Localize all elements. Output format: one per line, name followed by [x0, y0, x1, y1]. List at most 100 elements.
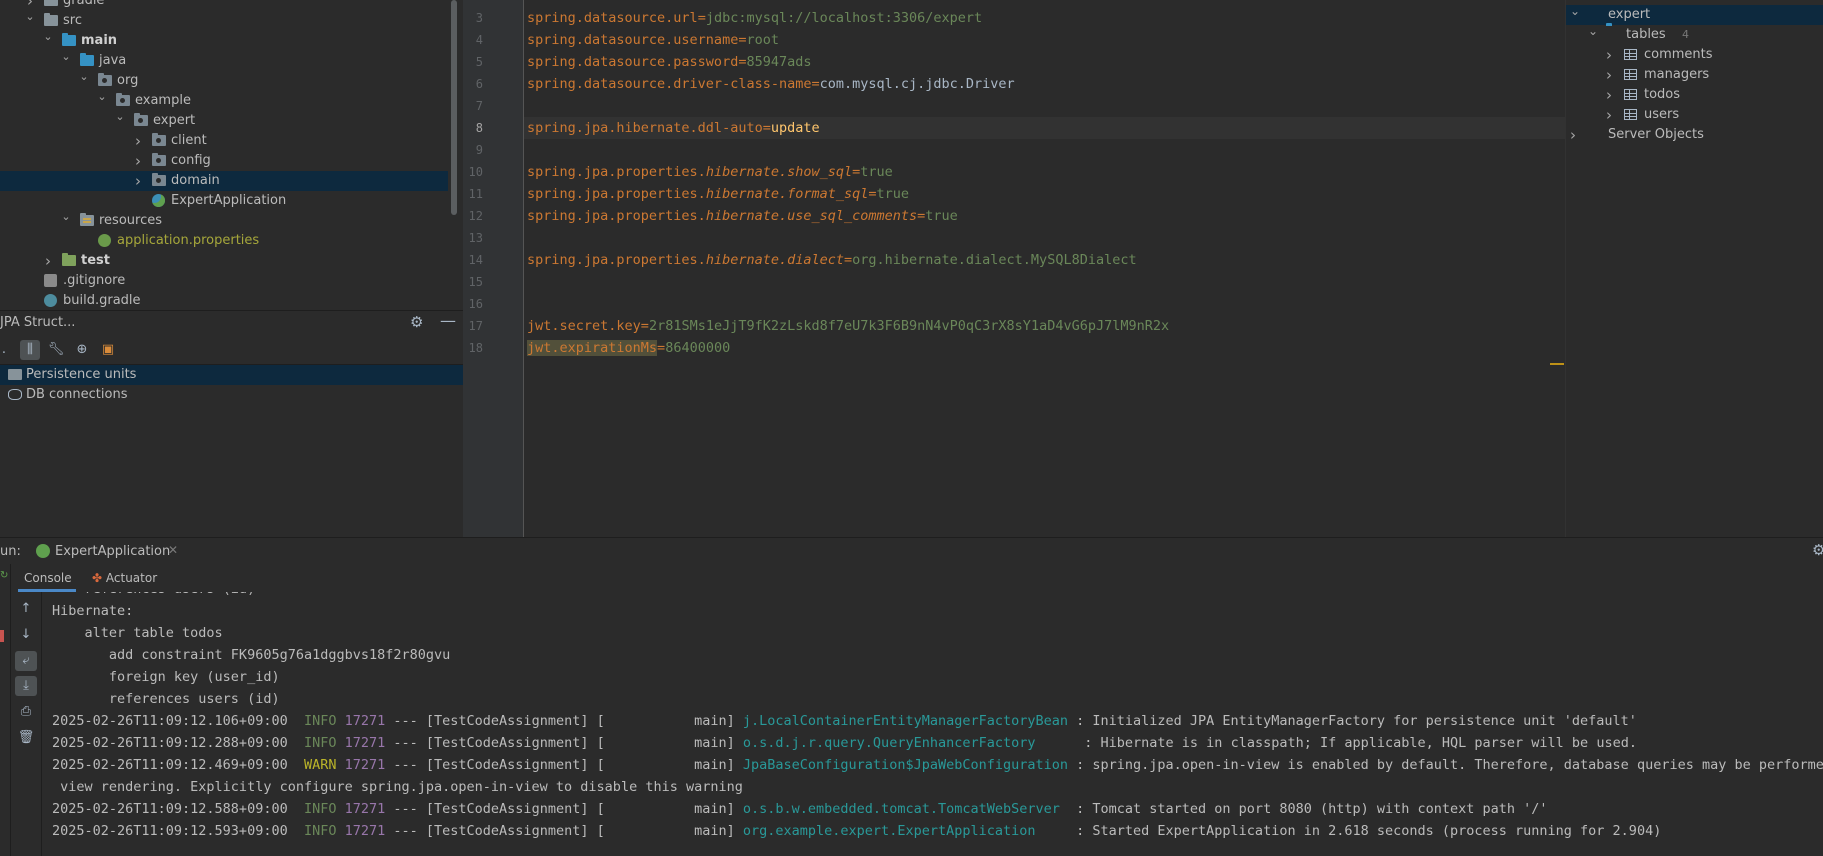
property-key: spring.datasource.username — [527, 32, 739, 48]
tree-item[interactable]: .gitignore — [0, 271, 448, 291]
log-message: : Tomcat started on port 8080 (http) wit… — [1068, 801, 1548, 817]
code-line[interactable]: spring.datasource.url=jdbc:mysql://local… — [527, 7, 982, 29]
tree-item[interactable]: › gradle — [0, 0, 448, 11]
log-logger-link[interactable]: JpaBaseConfiguration$JpaWebConfiguration — [743, 757, 1068, 773]
log-spacer — [288, 823, 304, 839]
chevron-right-icon[interactable]: › — [132, 171, 144, 191]
close-tab-icon[interactable]: ✕ — [168, 543, 178, 557]
db-tree-item-label: tables — [1626, 27, 1666, 42]
line-number: 7 — [475, 99, 483, 113]
console-line: Hibernate: — [52, 600, 141, 622]
log-logger-link[interactable]: org.example.expert.ExpertApplication — [743, 823, 1068, 839]
minimize-icon[interactable]: — — [440, 311, 456, 330]
chevron-right-icon[interactable]: › — [132, 131, 144, 151]
chevron-right-icon[interactable]: › — [132, 151, 144, 171]
tree-item[interactable]: ⌄ org — [0, 70, 448, 91]
stop-icon[interactable] — [0, 630, 4, 642]
chevron-down-icon[interactable]: ⌄ — [60, 47, 72, 67]
soft-wrap-icon[interactable]: ⤶ — [15, 651, 37, 671]
db-tree-item[interactable]: › comments — [1566, 45, 1823, 65]
tree-item[interactable]: ⌄ java — [0, 50, 448, 71]
tab-console[interactable]: Console — [18, 564, 76, 592]
tree-item[interactable]: ⌄ expert — [0, 110, 448, 131]
code-line[interactable]: spring.jpa.properties.hibernate.dialect=… — [527, 249, 1137, 271]
tree-item[interactable]: › config — [0, 151, 448, 171]
console-line: 2025-02-26T11:09:12.106+09:00 INFO 17271… — [52, 710, 1637, 732]
run-config-tab[interactable]: ExpertApplication — [55, 544, 170, 559]
db-tree-item[interactable]: › users — [1566, 105, 1823, 125]
gear-icon[interactable]: ⚙ — [1812, 541, 1823, 559]
log-logger-link[interactable]: j.LocalContainerEntityManagerFactoryBean — [743, 713, 1068, 729]
scroll-down-icon[interactable]: ↓ — [15, 625, 37, 645]
db-tree-item[interactable]: › managers — [1566, 65, 1823, 85]
log-thread: --- [TestCodeAssignment] [ main] — [385, 735, 743, 751]
warning-marker[interactable] — [1550, 363, 1564, 365]
chevron-down-icon[interactable]: ⌄ — [42, 27, 54, 47]
chevron-down-icon[interactable]: ⌄ — [114, 107, 126, 127]
line-number: 11 — [468, 187, 483, 201]
code-line[interactable]: spring.jpa.properties.hibernate.show_sql… — [527, 161, 893, 183]
chevron-right-icon[interactable]: › — [1606, 65, 1612, 85]
db-tree-item-label: comments — [1644, 47, 1713, 62]
db-console-icon[interactable]: ▣ — [98, 340, 118, 360]
console-output[interactable]: references users (id) Hibernate: alter ta… — [42, 592, 1823, 856]
property-key: spring.datasource.password — [527, 54, 739, 70]
chevron-right-icon[interactable]: › — [1606, 105, 1612, 125]
chevron-down-icon[interactable]: ⌄ — [1588, 21, 1598, 41]
code-line[interactable]: jwt.secret.key=2r81SMs1eJjT9fK2zLskd8f7e… — [527, 315, 1169, 337]
chevron-down-icon[interactable]: ⌄ — [96, 87, 108, 107]
code-line[interactable]: spring.jpa.properties.hibernate.use_sql_… — [527, 205, 958, 227]
code-line[interactable]: jwt.expirationMs=86400000 — [527, 337, 730, 359]
chevron-right-icon[interactable]: › — [1606, 45, 1612, 65]
tree-item[interactable]: build.gradle — [0, 291, 448, 310]
code-line[interactable]: spring.datasource.username=root — [527, 29, 779, 51]
log-logger-link[interactable]: o.s.d.j.r.query.QueryEnhancerFactory — [743, 735, 1076, 751]
gear-icon[interactable]: ⚙ — [410, 313, 423, 331]
chevron-down-icon[interactable]: ⌄ — [78, 67, 90, 87]
scroll-up-icon[interactable]: ↑ — [15, 599, 37, 619]
tab-actuator-label: Actuator — [105, 571, 158, 585]
log-logger-link[interactable]: o.s.b.w.embedded.tomcat.TomcatWebServer — [743, 801, 1068, 817]
scroll-to-end-icon[interactable]: ⤓ — [15, 676, 37, 696]
code-line[interactable]: spring.datasource.password=85947ads — [527, 51, 812, 73]
code-line[interactable]: spring.jpa.properties.hibernate.format_s… — [527, 183, 909, 205]
tree-item[interactable]: application.properties — [0, 231, 448, 251]
tree-item[interactable]: › client — [0, 131, 448, 151]
chevron-down-icon[interactable]: ⌄ — [1570, 1, 1580, 21]
database-panel: ⌄ expert ⌄ tables 4 › comments › managers › todos ›… — [1565, 0, 1823, 537]
more-icon[interactable]: . — [0, 340, 8, 360]
code-line[interactable]: spring.jpa.hibernate.ddl-auto=update — [527, 117, 820, 139]
db-tree-item[interactable]: ⌄ expert — [1566, 4, 1823, 25]
log-timestamp: 2025-02-26T11:09:12.106+09:00 — [52, 713, 288, 729]
wrench-icon[interactable]: 🔧︎ — [46, 340, 66, 360]
console-line: foreign key (user_id) — [52, 666, 288, 688]
code-line[interactable]: spring.datasource.driver-class-name=com.… — [527, 73, 1015, 95]
project-scrollbar[interactable] — [451, 0, 457, 215]
clear-all-icon[interactable]: 🗑︎ — [15, 728, 37, 748]
gradle-icon — [44, 294, 57, 307]
tab-actuator[interactable]: ✤ Actuator — [92, 564, 172, 592]
package-icon — [152, 173, 166, 186]
rerun-icon[interactable]: ↻ — [0, 570, 8, 581]
db-tree-item[interactable]: › Server Objects — [1566, 125, 1823, 145]
db-tree-item[interactable]: › todos — [1566, 85, 1823, 105]
tree-item[interactable]: › domain — [0, 171, 448, 191]
chevron-right-icon[interactable]: › — [1606, 85, 1612, 105]
log-level: INFO — [303, 801, 337, 817]
chevron-right-icon[interactable]: › — [42, 251, 54, 271]
tree-item[interactable]: ⌄ resources — [0, 210, 448, 231]
jpa-tree-item[interactable]: Persistence units — [0, 365, 463, 385]
group-by-icon[interactable]: ⫼ — [20, 340, 40, 360]
db-tree-item[interactable]: ⌄ tables 4 — [1566, 23, 1823, 45]
chevron-down-icon[interactable]: ⌄ — [60, 207, 72, 227]
tree-item[interactable]: ⌄ example — [0, 90, 448, 111]
print-icon[interactable]: ⎙ — [15, 702, 37, 722]
target-icon[interactable]: ⊕ — [72, 340, 92, 360]
chevron-down-icon[interactable]: ⌄ — [24, 7, 36, 27]
chevron-right-icon[interactable]: › — [1570, 125, 1576, 145]
property-key-prefix: spring.jpa.properties. — [527, 164, 706, 180]
log-timestamp: 2025-02-26T11:09:12.288+09:00 — [52, 735, 288, 751]
jpa-tree-item[interactable]: DB connections — [0, 385, 463, 405]
tree-item[interactable]: ⌄ src — [0, 10, 448, 31]
tree-item[interactable]: › test — [0, 251, 448, 271]
